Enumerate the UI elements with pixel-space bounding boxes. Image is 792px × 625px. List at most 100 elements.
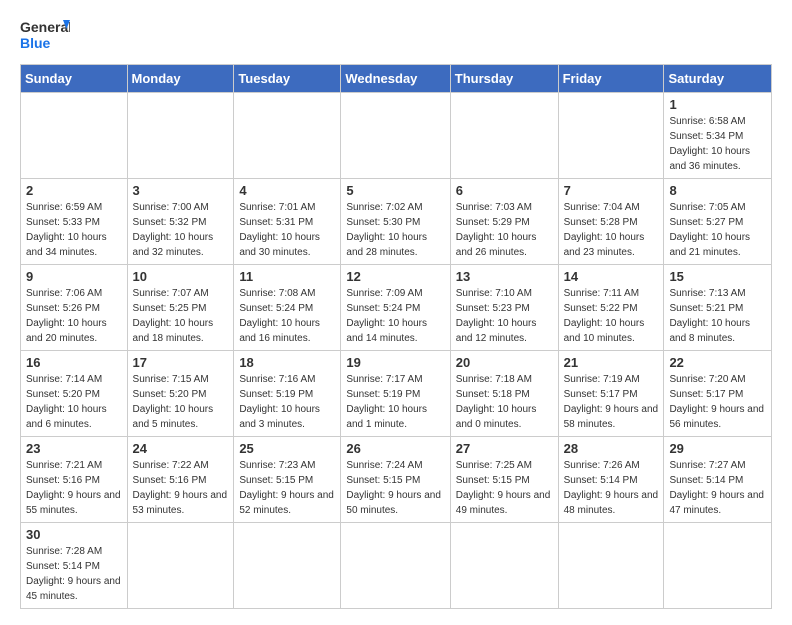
day-sun-info: Sunrise: 7:26 AM Sunset: 5:14 PM Dayligh… — [564, 458, 659, 518]
day-sun-info: Sunrise: 7:23 AM Sunset: 5:15 PM Dayligh… — [239, 458, 335, 518]
calendar-cell: 27 Sunrise: 7:25 AM Sunset: 5:15 PM Dayli… — [450, 437, 558, 523]
day-sun-info: Sunrise: 7:06 AM Sunset: 5:26 PM Dayligh… — [26, 286, 122, 346]
day-number: 30 — [26, 527, 122, 542]
day-number: 2 — [26, 183, 122, 198]
day-sun-info: Sunrise: 7:01 AM Sunset: 5:31 PM Dayligh… — [239, 200, 335, 260]
day-number: 4 — [239, 183, 335, 198]
calendar-cell: 4 Sunrise: 7:01 AM Sunset: 5:31 PM Daylig… — [234, 179, 341, 265]
day-number: 22 — [669, 355, 766, 370]
calendar-cell: 20 Sunrise: 7:18 AM Sunset: 5:18 PM Dayli… — [450, 351, 558, 437]
calendar-week-row: 9Sunrise: 7:06 AM Sunset: 5:26 PM Daylig… — [21, 265, 772, 351]
day-number: 24 — [133, 441, 229, 456]
day-number: 29 — [669, 441, 766, 456]
day-number: 1 — [669, 97, 766, 112]
day-sun-info: Sunrise: 7:13 AM Sunset: 5:21 PM Dayligh… — [669, 286, 766, 346]
calendar-cell — [450, 93, 558, 179]
calendar-cell — [664, 523, 772, 609]
calendar-cell — [558, 93, 664, 179]
calendar-cell: 18 Sunrise: 7:16 AM Sunset: 5:19 PM Dayli… — [234, 351, 341, 437]
day-number: 27 — [456, 441, 553, 456]
page-header: General Blue — [20, 16, 772, 56]
day-sun-info: Sunrise: 7:03 AM Sunset: 5:29 PM Dayligh… — [456, 200, 553, 260]
day-sun-info: Sunrise: 7:14 AM Sunset: 5:20 PM Dayligh… — [26, 372, 122, 432]
calendar-cell — [127, 93, 234, 179]
day-sun-info: Sunrise: 7:18 AM Sunset: 5:18 PM Dayligh… — [456, 372, 553, 432]
day-sun-info: Sunrise: 7:05 AM Sunset: 5:27 PM Dayligh… — [669, 200, 766, 260]
weekday-header-friday: Friday — [558, 65, 664, 93]
day-sun-info: Sunrise: 7:28 AM Sunset: 5:14 PM Dayligh… — [26, 544, 122, 604]
calendar-week-row: 23Sunrise: 7:21 AM Sunset: 5:16 PM Dayli… — [21, 437, 772, 523]
calendar-cell: 9Sunrise: 7:06 AM Sunset: 5:26 PM Daylig… — [21, 265, 128, 351]
day-number: 5 — [346, 183, 444, 198]
day-sun-info: Sunrise: 7:22 AM Sunset: 5:16 PM Dayligh… — [133, 458, 229, 518]
weekday-header-wednesday: Wednesday — [341, 65, 450, 93]
calendar-cell — [234, 523, 341, 609]
calendar-cell — [21, 93, 128, 179]
day-number: 7 — [564, 183, 659, 198]
calendar-cell: 26 Sunrise: 7:24 AM Sunset: 5:15 PM Dayli… — [341, 437, 450, 523]
day-sun-info: Sunrise: 7:11 AM Sunset: 5:22 PM Dayligh… — [564, 286, 659, 346]
day-sun-info: Sunrise: 7:07 AM Sunset: 5:25 PM Dayligh… — [133, 286, 229, 346]
calendar-cell: 17 Sunrise: 7:15 AM Sunset: 5:20 PM Dayli… — [127, 351, 234, 437]
day-number: 10 — [133, 269, 229, 284]
day-number: 19 — [346, 355, 444, 370]
day-number: 15 — [669, 269, 766, 284]
calendar-cell — [234, 93, 341, 179]
calendar-week-row: 30 Sunrise: 7:28 AM Sunset: 5:14 PM Dayli… — [21, 523, 772, 609]
day-number: 13 — [456, 269, 553, 284]
day-sun-info: Sunrise: 7:04 AM Sunset: 5:28 PM Dayligh… — [564, 200, 659, 260]
calendar-cell: 25 Sunrise: 7:23 AM Sunset: 5:15 PM Dayli… — [234, 437, 341, 523]
weekday-header-monday: Monday — [127, 65, 234, 93]
calendar-cell — [127, 523, 234, 609]
calendar-cell: 30 Sunrise: 7:28 AM Sunset: 5:14 PM Dayli… — [21, 523, 128, 609]
calendar-cell: 3 Sunrise: 7:00 AM Sunset: 5:32 PM Daylig… — [127, 179, 234, 265]
day-number: 25 — [239, 441, 335, 456]
day-number: 18 — [239, 355, 335, 370]
day-number: 21 — [564, 355, 659, 370]
day-sun-info: Sunrise: 7:25 AM Sunset: 5:15 PM Dayligh… — [456, 458, 553, 518]
day-sun-info: Sunrise: 7:10 AM Sunset: 5:23 PM Dayligh… — [456, 286, 553, 346]
day-number: 28 — [564, 441, 659, 456]
calendar-cell: 8 Sunrise: 7:05 AM Sunset: 5:27 PM Daylig… — [664, 179, 772, 265]
day-number: 3 — [133, 183, 229, 198]
generalblue-logo-icon: General Blue — [20, 16, 70, 56]
calendar-cell: 15 Sunrise: 7:13 AM Sunset: 5:21 PM Dayli… — [664, 265, 772, 351]
day-number: 14 — [564, 269, 659, 284]
day-number: 17 — [133, 355, 229, 370]
weekday-header-thursday: Thursday — [450, 65, 558, 93]
calendar-cell: 28 Sunrise: 7:26 AM Sunset: 5:14 PM Dayli… — [558, 437, 664, 523]
calendar-cell: 2 Sunrise: 6:59 AM Sunset: 5:33 PM Daylig… — [21, 179, 128, 265]
calendar-cell: 10 Sunrise: 7:07 AM Sunset: 5:25 PM Dayli… — [127, 265, 234, 351]
day-sun-info: Sunrise: 7:16 AM Sunset: 5:19 PM Dayligh… — [239, 372, 335, 432]
calendar-cell: 7 Sunrise: 7:04 AM Sunset: 5:28 PM Daylig… — [558, 179, 664, 265]
day-number: 20 — [456, 355, 553, 370]
svg-text:Blue: Blue — [20, 35, 51, 51]
calendar-table: SundayMondayTuesdayWednesdayThursdayFrid… — [20, 64, 772, 609]
day-sun-info: Sunrise: 7:20 AM Sunset: 5:17 PM Dayligh… — [669, 372, 766, 432]
day-number: 8 — [669, 183, 766, 198]
calendar-cell: 5Sunrise: 7:02 AM Sunset: 5:30 PM Daylig… — [341, 179, 450, 265]
calendar-cell — [341, 93, 450, 179]
calendar-cell: 29 Sunrise: 7:27 AM Sunset: 5:14 PM Dayli… — [664, 437, 772, 523]
calendar-cell: 21Sunrise: 7:19 AM Sunset: 5:17 PM Dayli… — [558, 351, 664, 437]
calendar-cell — [450, 523, 558, 609]
day-number: 16 — [26, 355, 122, 370]
day-number: 6 — [456, 183, 553, 198]
day-sun-info: Sunrise: 7:09 AM Sunset: 5:24 PM Dayligh… — [346, 286, 444, 346]
weekday-header-row: SundayMondayTuesdayWednesdayThursdayFrid… — [21, 65, 772, 93]
calendar-cell: 23Sunrise: 7:21 AM Sunset: 5:16 PM Dayli… — [21, 437, 128, 523]
weekday-header-saturday: Saturday — [664, 65, 772, 93]
day-sun-info: Sunrise: 6:59 AM Sunset: 5:33 PM Dayligh… — [26, 200, 122, 260]
svg-text:General: General — [20, 19, 70, 35]
day-sun-info: Sunrise: 7:15 AM Sunset: 5:20 PM Dayligh… — [133, 372, 229, 432]
day-sun-info: Sunrise: 7:17 AM Sunset: 5:19 PM Dayligh… — [346, 372, 444, 432]
calendar-cell: 16 Sunrise: 7:14 AM Sunset: 5:20 PM Dayli… — [21, 351, 128, 437]
calendar-week-row: 1Sunrise: 6:58 AM Sunset: 5:34 PM Daylig… — [21, 93, 772, 179]
calendar-cell: 14 Sunrise: 7:11 AM Sunset: 5:22 PM Dayli… — [558, 265, 664, 351]
day-sun-info: Sunrise: 7:00 AM Sunset: 5:32 PM Dayligh… — [133, 200, 229, 260]
calendar-cell: 19 Sunrise: 7:17 AM Sunset: 5:19 PM Dayli… — [341, 351, 450, 437]
day-sun-info: Sunrise: 7:08 AM Sunset: 5:24 PM Dayligh… — [239, 286, 335, 346]
day-number: 26 — [346, 441, 444, 456]
day-sun-info: Sunrise: 7:27 AM Sunset: 5:14 PM Dayligh… — [669, 458, 766, 518]
day-sun-info: Sunrise: 7:24 AM Sunset: 5:15 PM Dayligh… — [346, 458, 444, 518]
